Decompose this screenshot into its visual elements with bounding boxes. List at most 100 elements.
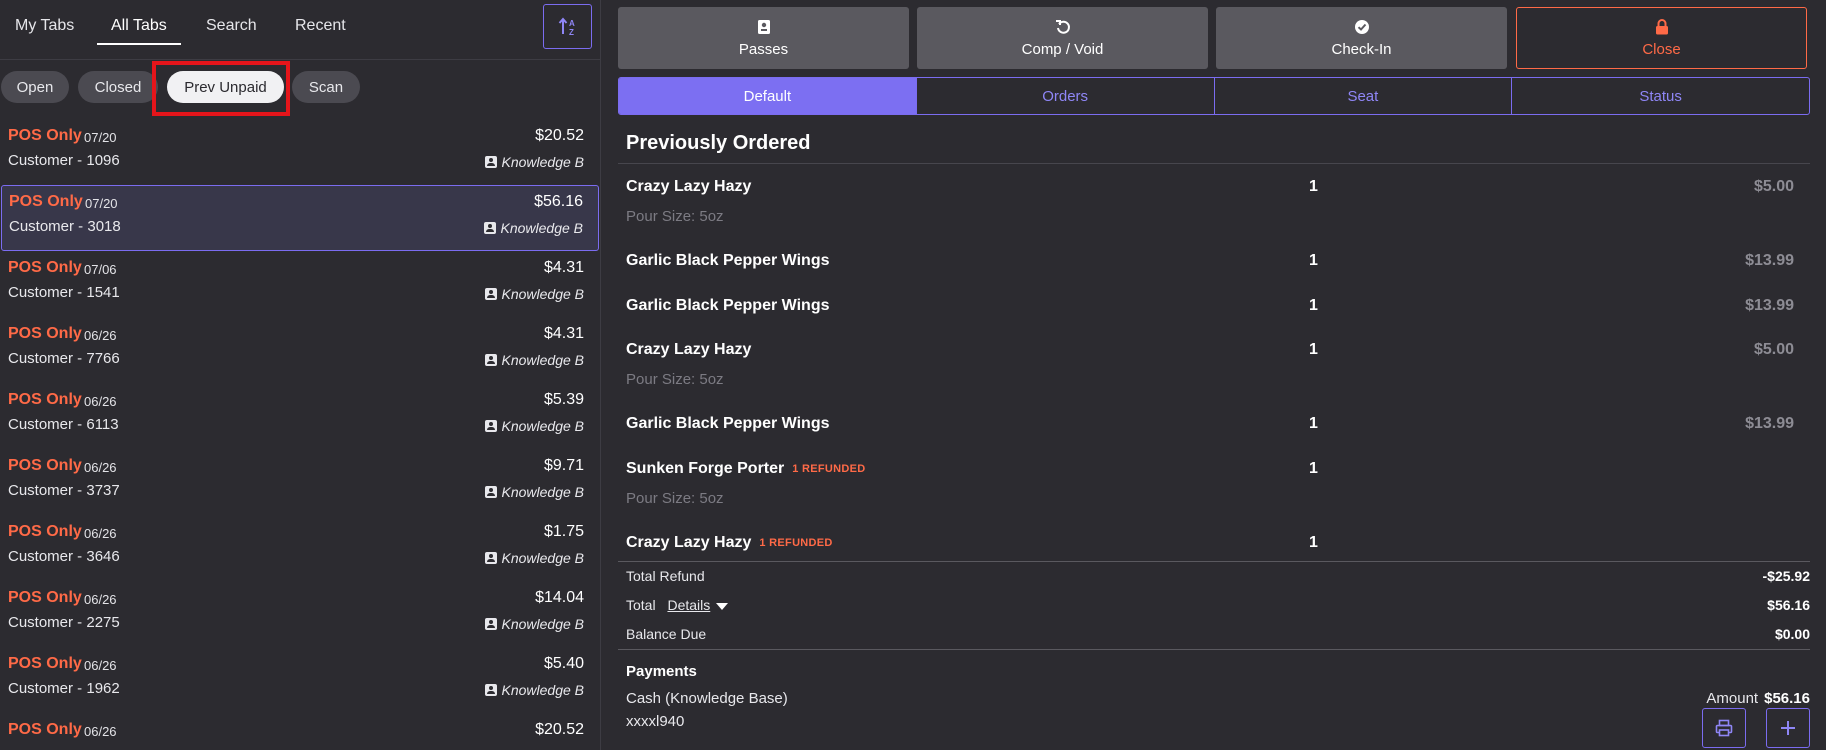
tab-amount: $4.31 [543, 259, 584, 276]
close-button[interactable]: Close [1516, 7, 1807, 69]
tab-search[interactable]: Search [206, 17, 257, 35]
payments-title: Payments [626, 663, 697, 680]
filter-scan[interactable]: Scan [292, 71, 360, 103]
tab-location: Knowledge B [485, 286, 584, 302]
item-price: $5.00 [1753, 178, 1794, 195]
item-price: $13.99 [1745, 252, 1794, 269]
payment-method: Cash (Knowledge Base) [626, 690, 788, 707]
passes-label: Passes [738, 40, 789, 58]
printer-icon [1715, 719, 1733, 737]
tab-location-label: Knowledge B [500, 220, 583, 236]
tab-type: POS Only [8, 457, 82, 474]
item-name: Crazy Lazy Hazy [626, 178, 752, 195]
print-button[interactable] [1702, 708, 1746, 748]
order-item[interactable]: Garlic Black Pepper Wings 1 $13.99 [626, 252, 1794, 270]
section-title: Previously Ordered [626, 132, 811, 154]
person-icon [485, 684, 498, 696]
tab-customer: Customer - 3646 [8, 548, 120, 565]
item-name: Garlic Black Pepper Wings [626, 415, 830, 432]
tab-location-label: Knowledge B [501, 286, 584, 302]
details-link[interactable]: Details [667, 597, 710, 613]
lock-icon [1655, 18, 1669, 35]
tab-row[interactable]: POS Only 06/26 $20.52 [0, 713, 600, 750]
payment-amount-value: $56.16 [1764, 690, 1810, 707]
tab-row[interactable]: POS Only 06/26 $5.39 Customer - 6113 Kno… [0, 383, 600, 449]
tab-customer: Customer - 1962 [8, 680, 120, 697]
tab-type: POS Only [8, 127, 82, 144]
pass-icon [757, 19, 771, 35]
item-name: Crazy Lazy Hazy [626, 534, 752, 551]
segment-orders[interactable]: Orders [917, 78, 1215, 114]
tab-all-tabs[interactable]: All Tabs [111, 17, 167, 35]
segment-seat[interactable]: Seat [1215, 78, 1513, 114]
tab-date: 06/26 [84, 526, 117, 541]
tab-recent[interactable]: Recent [295, 17, 346, 35]
tab-date: 07/20 [85, 196, 118, 211]
check-in-button[interactable]: Check-In [1216, 7, 1507, 69]
payment-amount-label: Amount [1706, 690, 1759, 707]
total-label: Total [626, 597, 656, 613]
order-item[interactable]: Crazy Lazy Hazy 1 $5.00 Pour Size: 5oz [626, 178, 1794, 225]
order-item[interactable]: Garlic Black Pepper Wings 1 $13.99 [626, 415, 1794, 433]
order-item[interactable]: Garlic Black Pepper Wings 1 $13.99 [626, 297, 1794, 315]
tab-type: POS Only [8, 655, 82, 672]
tab-row-selected[interactable]: POS Only 07/20 $56.16 Customer - 3018 Kn… [1, 185, 599, 251]
tab-amount: $20.52 [535, 127, 584, 144]
tab-location: Knowledge B [485, 682, 584, 698]
caret-down-icon[interactable] [716, 602, 729, 610]
tab-row[interactable]: POS Only 06/26 $5.40 Customer - 1962 Kno… [0, 647, 600, 713]
tab-location: Knowledge B [485, 616, 584, 632]
tab-customer: Customer - 6113 [8, 416, 119, 433]
segment-status[interactable]: Status [1512, 78, 1809, 114]
tab-amount: $4.31 [543, 325, 584, 342]
tab-date: 06/26 [84, 724, 117, 739]
filter-closed[interactable]: Closed [78, 71, 158, 103]
person-icon [485, 354, 498, 366]
order-item[interactable]: Sunken Forge Porter 1 REFUNDED 1 Pour Siz… [626, 460, 1794, 507]
sort-button[interactable]: A Z [543, 4, 592, 49]
item-qty: 1 [1309, 178, 1318, 195]
item-name: Garlic Black Pepper Wings [626, 297, 830, 314]
tab-row[interactable]: POS Only 07/20 $20.52 Customer - 1096 Kn… [0, 119, 600, 185]
comp-void-button[interactable]: Comp / Void [917, 7, 1208, 69]
view-segments: Default Orders Seat Status [618, 77, 1810, 115]
order-item[interactable]: Crazy Lazy Hazy 1 $5.00 Pour Size: 5oz [626, 341, 1794, 388]
item-modifier: Pour Size: 5oz [626, 208, 724, 225]
refund-badge: 1 REFUNDED [792, 463, 866, 475]
tab-location: Knowledge B [484, 220, 583, 236]
tab-customer: Customer - 7766 [8, 350, 120, 367]
tab-location: Knowledge B [485, 550, 584, 566]
tab-type: POS Only [8, 589, 82, 606]
add-payment-button[interactable] [1766, 708, 1810, 748]
item-modifier: Pour Size: 5oz [626, 371, 724, 388]
tab-row[interactable]: POS Only 07/06 $4.31 Customer - 1541 Kno… [0, 251, 600, 317]
segment-default[interactable]: Default [619, 78, 917, 114]
tab-row[interactable]: POS Only 06/26 $9.71 Customer - 3737 Kno… [0, 449, 600, 515]
person-icon [485, 552, 498, 564]
tab-location-label: Knowledge B [501, 616, 584, 632]
undo-icon [1055, 19, 1071, 35]
tab-date: 07/06 [84, 262, 117, 277]
tab-row[interactable]: POS Only 06/26 $1.75 Customer - 3646 Kno… [0, 515, 600, 581]
tab-my-tabs[interactable]: My Tabs [15, 17, 74, 35]
person-icon [485, 486, 498, 498]
tab-type: POS Only [8, 721, 82, 738]
tab-amount: $14.04 [535, 589, 584, 606]
filter-open[interactable]: Open [1, 71, 69, 103]
tab-row[interactable]: POS Only 06/26 $4.31 Customer - 7766 Kno… [0, 317, 600, 383]
passes-button[interactable]: Passes [618, 7, 909, 69]
tab-customer: Customer - 1541 [8, 284, 120, 301]
person-icon [485, 288, 498, 300]
item-qty: 1 [1309, 460, 1318, 477]
tab-customer: Customer - 1096 [8, 152, 120, 169]
tab-row[interactable]: POS Only 06/26 $14.04 Customer - 2275 Kn… [0, 581, 600, 647]
balance-due-label: Balance Due [626, 626, 707, 642]
svg-text:Z: Z [569, 28, 574, 37]
payment-card: xxxxl940 [626, 713, 685, 730]
pos-app: My Tabs All Tabs Search Recent A Z Open … [0, 0, 1826, 750]
item-name: Sunken Forge Porter [626, 460, 785, 477]
tab-location: Knowledge B [485, 418, 584, 434]
order-item[interactable]: Crazy Lazy Hazy 1 REFUNDED 1 [626, 534, 1794, 552]
tab-amount: $20.52 [535, 721, 584, 738]
tab-type: POS Only [8, 391, 82, 408]
